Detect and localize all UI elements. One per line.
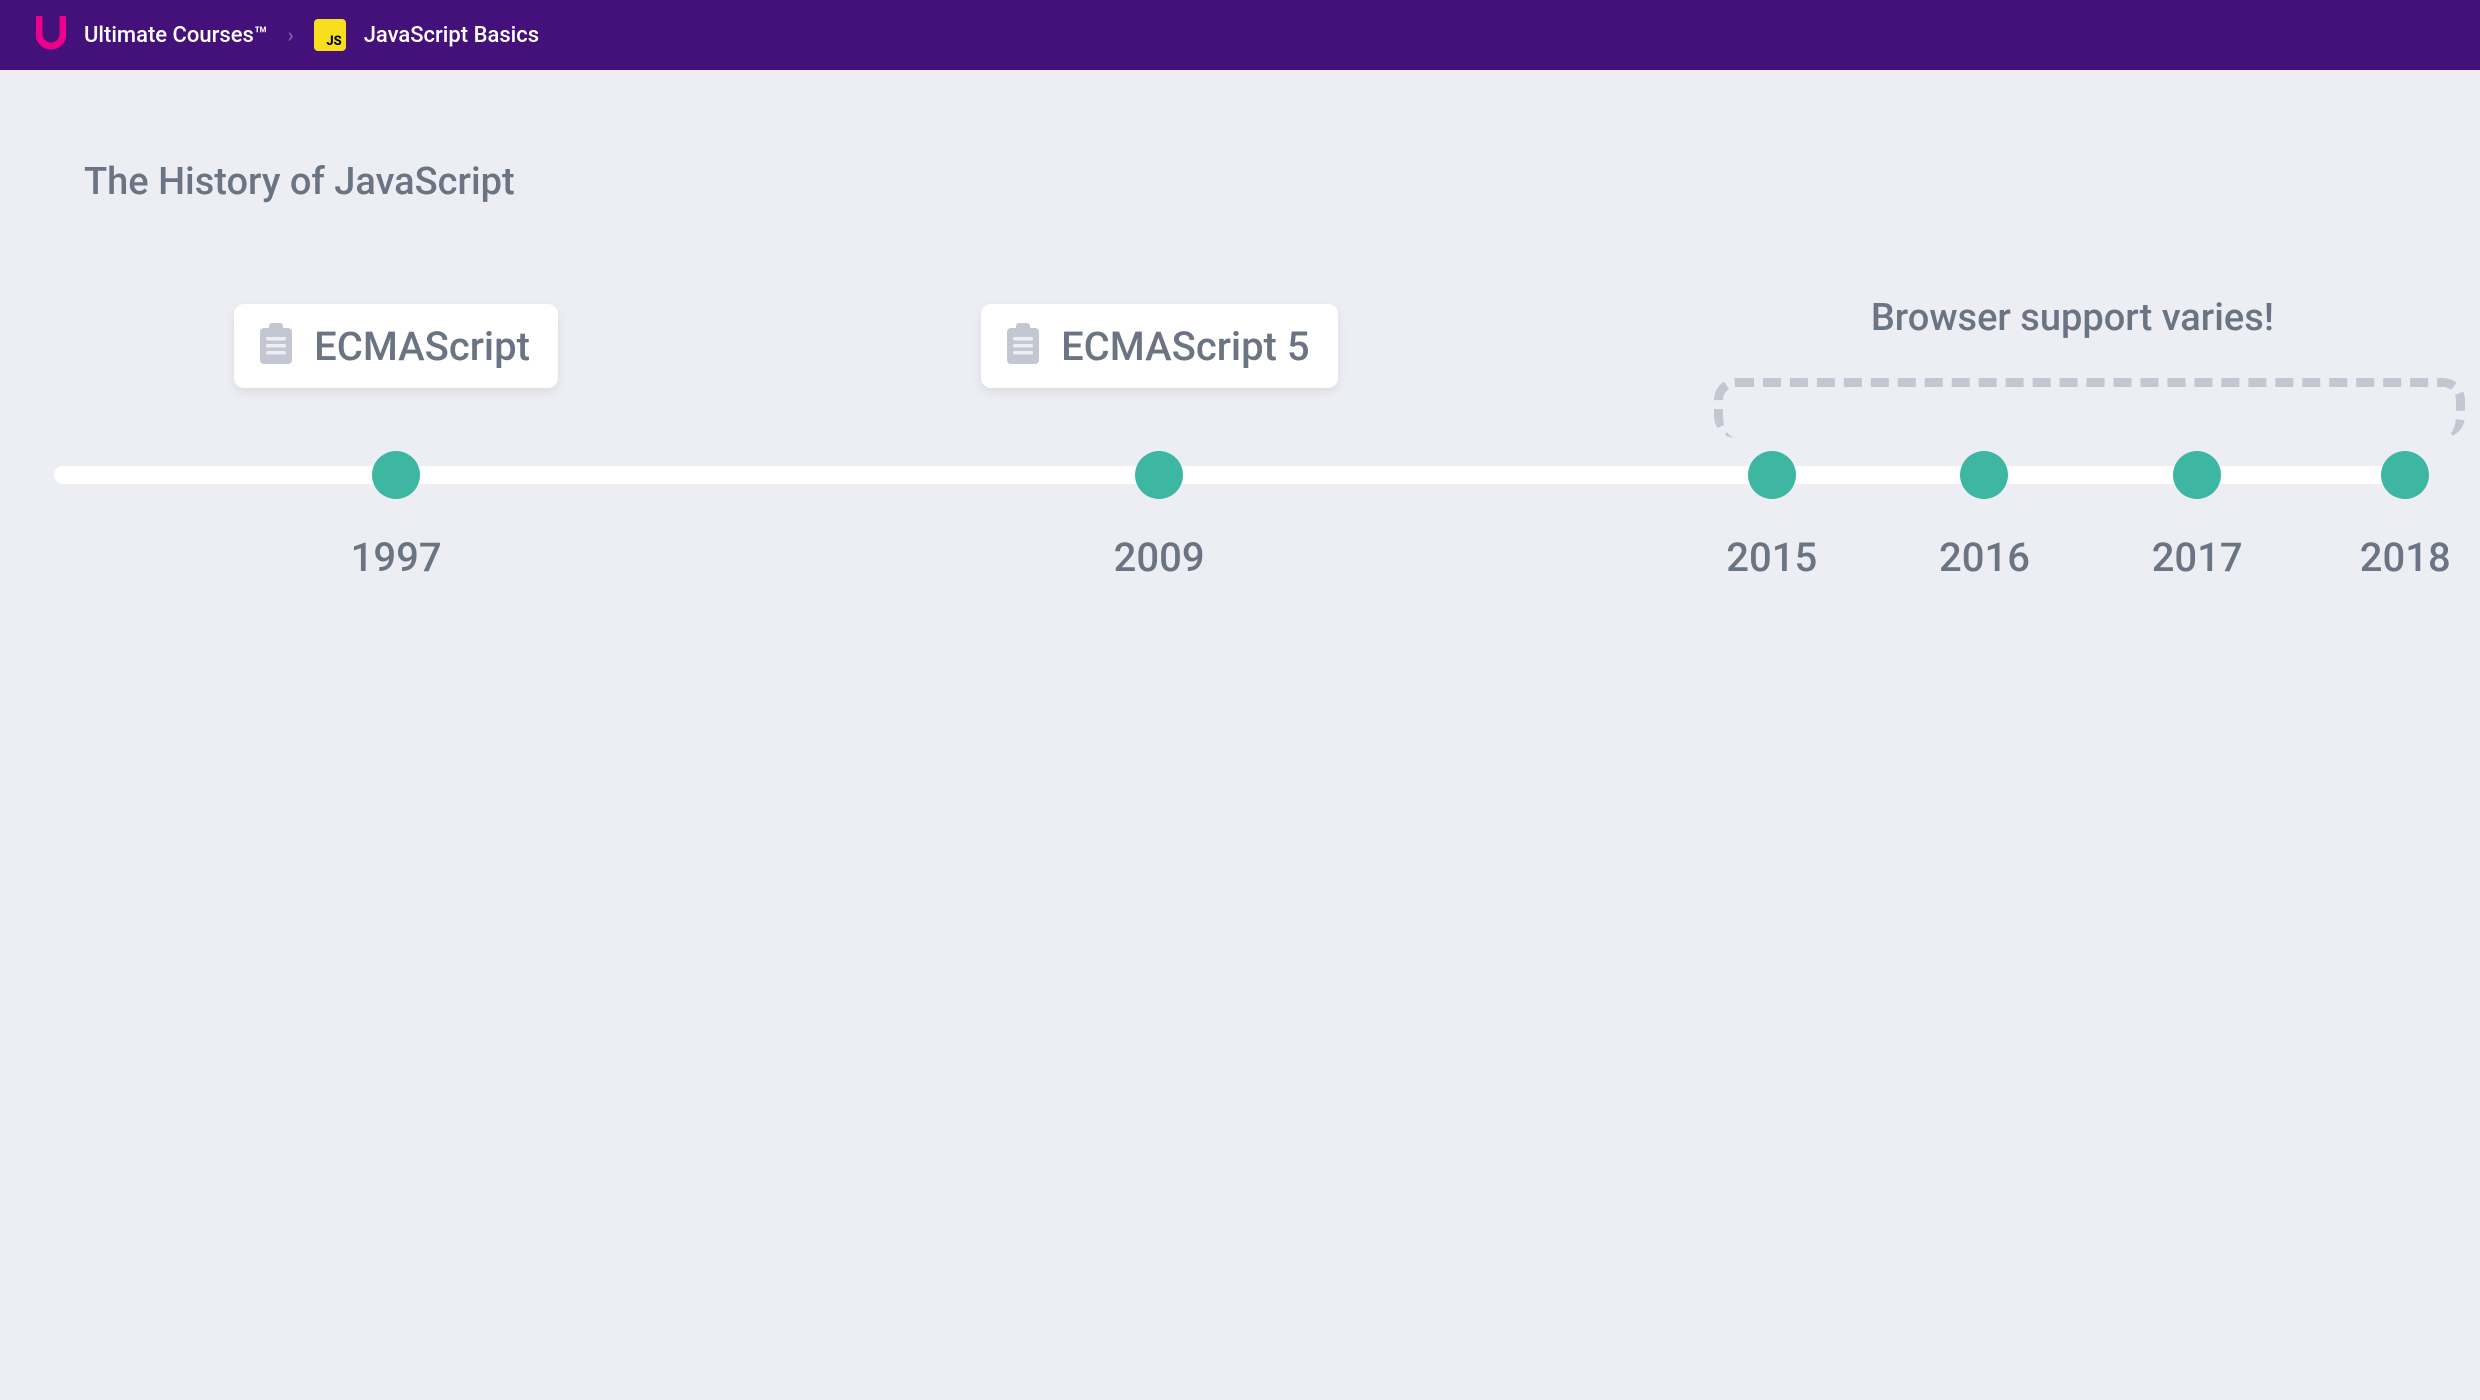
timeline-dot (1960, 451, 2008, 499)
timeline-annotation: Browser support varies! (1871, 296, 2274, 340)
chevron-right-icon: › (288, 23, 294, 47)
timeline-card: ECMAScript (234, 304, 558, 388)
timeline-dot (2381, 451, 2429, 499)
timeline-year-label: 2016 (1939, 534, 2030, 581)
timeline-card: ECMAScript 5 (981, 304, 1337, 388)
timeline-dot (1748, 451, 1796, 499)
course-title[interactable]: JavaScript Basics (364, 23, 539, 48)
page-title: The History of JavaScript (84, 160, 2396, 204)
clipboard-icon (1003, 322, 1043, 370)
timeline-dot (2173, 451, 2221, 499)
timeline-year-label: 1997 (351, 534, 442, 581)
clipboard-icon (256, 322, 296, 370)
brand-name[interactable]: Ultimate Courses™ (84, 23, 268, 48)
timeline-group-box (1714, 378, 2465, 438)
timeline-year-label: 2017 (2152, 534, 2243, 581)
timeline: 1997ECMAScript2009ECMAScript 52015201620… (84, 354, 2396, 654)
timeline-dot (1135, 451, 1183, 499)
timeline-dot (372, 451, 420, 499)
content-area: The History of JavaScript 1997 ECMAScript… (0, 70, 2480, 694)
js-badge-icon: JS (314, 19, 346, 51)
timeline-year-label: 2009 (1114, 534, 1205, 581)
timeline-year-label: 2015 (1726, 534, 1817, 581)
timeline-year-label: 2018 (2360, 534, 2451, 581)
header-bar: Ultimate Courses™ › JS JavaScript Basics (0, 0, 2480, 70)
timeline-card-label: ECMAScript (314, 323, 530, 370)
timeline-card-label: ECMAScript 5 (1061, 323, 1309, 370)
logo-icon (36, 16, 66, 54)
